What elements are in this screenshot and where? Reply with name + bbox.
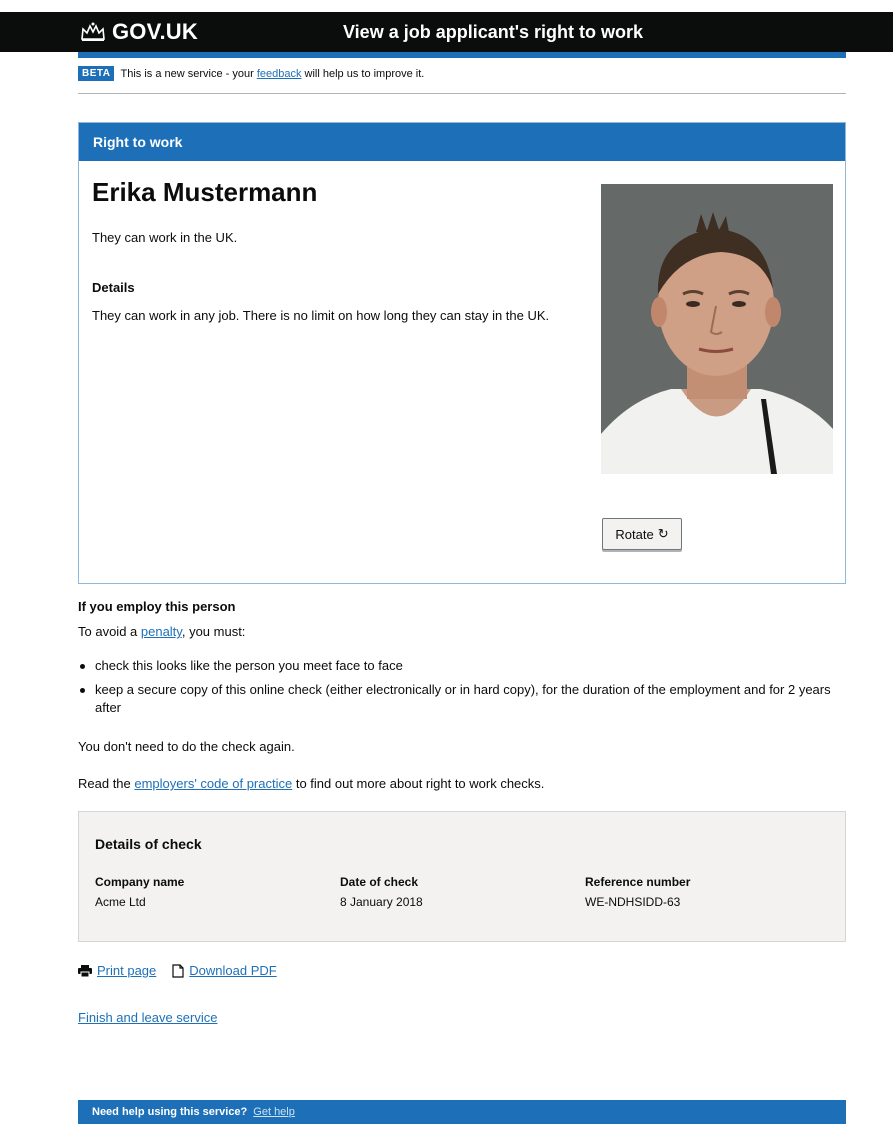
- work-status: They can work in the UK.: [92, 230, 238, 245]
- read-text-after: to find out more about right to work che…: [292, 776, 545, 791]
- list-item: check this looks like the person you mee…: [78, 657, 838, 675]
- document-icon: [172, 963, 184, 978]
- employ-heading: If you employ this person: [78, 599, 236, 614]
- help-bar: Need help using this service? Get help: [78, 1100, 846, 1124]
- rotate-icon: ↻: [657, 526, 669, 541]
- panel-title: Right to work: [79, 123, 845, 161]
- download-pdf-label: Download PDF: [189, 963, 277, 978]
- employer-duties-list: check this looks like the person you mee…: [78, 657, 838, 723]
- print-page-link[interactable]: Print page: [78, 963, 156, 978]
- feedback-link[interactable]: feedback: [257, 68, 302, 80]
- date-label: Date of check: [340, 875, 419, 889]
- person-name: Erika Mustermann: [92, 177, 318, 207]
- rotate-button-label: Rotate: [615, 526, 654, 542]
- company-value: Acme Ltd: [95, 895, 146, 909]
- download-pdf-link[interactable]: Download PDF: [172, 963, 277, 978]
- printer-icon: [78, 964, 92, 977]
- help-label: Need help using this service?: [92, 1106, 248, 1118]
- right-to-work-panel: Right to work Erika Mustermann They can …: [78, 122, 846, 584]
- get-help-link[interactable]: Get help: [253, 1106, 295, 1118]
- date-column: Date of check 8 January 2018: [340, 875, 423, 909]
- applicant-photo-image: [601, 184, 833, 474]
- list-item: keep a secure copy of this online check …: [78, 681, 838, 717]
- rotate-button[interactable]: Rotate ↻: [602, 518, 682, 550]
- read-code-text: Read the employers' code of practice to …: [78, 776, 544, 791]
- avoid-text-before: To avoid a: [78, 624, 141, 639]
- phase-text-after: will help us to improve it.: [301, 68, 425, 80]
- details-heading: Details: [92, 280, 135, 295]
- company-column: Company name Acme Ltd: [95, 875, 184, 909]
- reference-label: Reference number: [585, 875, 691, 889]
- penalty-link[interactable]: penalty: [141, 624, 182, 639]
- details-text: They can work in any job. There is no li…: [92, 308, 550, 323]
- action-links: Print page Download PDF: [78, 963, 293, 978]
- phase-banner: BETA This is a new service - your feedba…: [78, 66, 846, 94]
- check-title: Details of check: [95, 836, 202, 852]
- reference-column: Reference number WE-NDHSIDD-63: [585, 875, 690, 909]
- logo-text: GOV.UK: [112, 19, 198, 44]
- date-value: 8 January 2018: [340, 895, 423, 909]
- print-page-label: Print page: [97, 963, 157, 978]
- govuk-logo-link[interactable]: GOV.UK: [80, 12, 198, 52]
- code-of-practice-link[interactable]: employers' code of practice: [134, 776, 292, 791]
- header-underline: [78, 52, 846, 58]
- govuk-header: GOV.UK View a job applicant's right to w…: [0, 12, 893, 52]
- crown-icon: [81, 22, 105, 41]
- beta-tag: BETA: [78, 66, 115, 81]
- avoid-text-after: , you must:: [181, 624, 246, 639]
- applicant-photo: [601, 184, 833, 474]
- service-name: View a job applicant's right to work: [343, 22, 643, 42]
- avoid-penalty-text: To avoid a penalty, you must:: [78, 624, 245, 639]
- details-of-check: Details of check Company name Acme Ltd D…: [78, 811, 846, 942]
- finish-and-leave-link[interactable]: Finish and leave service: [78, 1010, 217, 1025]
- reference-value: WE-NDHSIDD-63: [585, 895, 681, 909]
- read-text-before: Read the: [78, 776, 135, 791]
- phase-banner-text: This is a new service - your feedback wi…: [120, 66, 424, 80]
- company-label: Company name: [95, 875, 185, 889]
- no-need-text: You don't need to do the check again.: [78, 739, 295, 754]
- phase-text-before: This is a new service - your: [120, 68, 257, 80]
